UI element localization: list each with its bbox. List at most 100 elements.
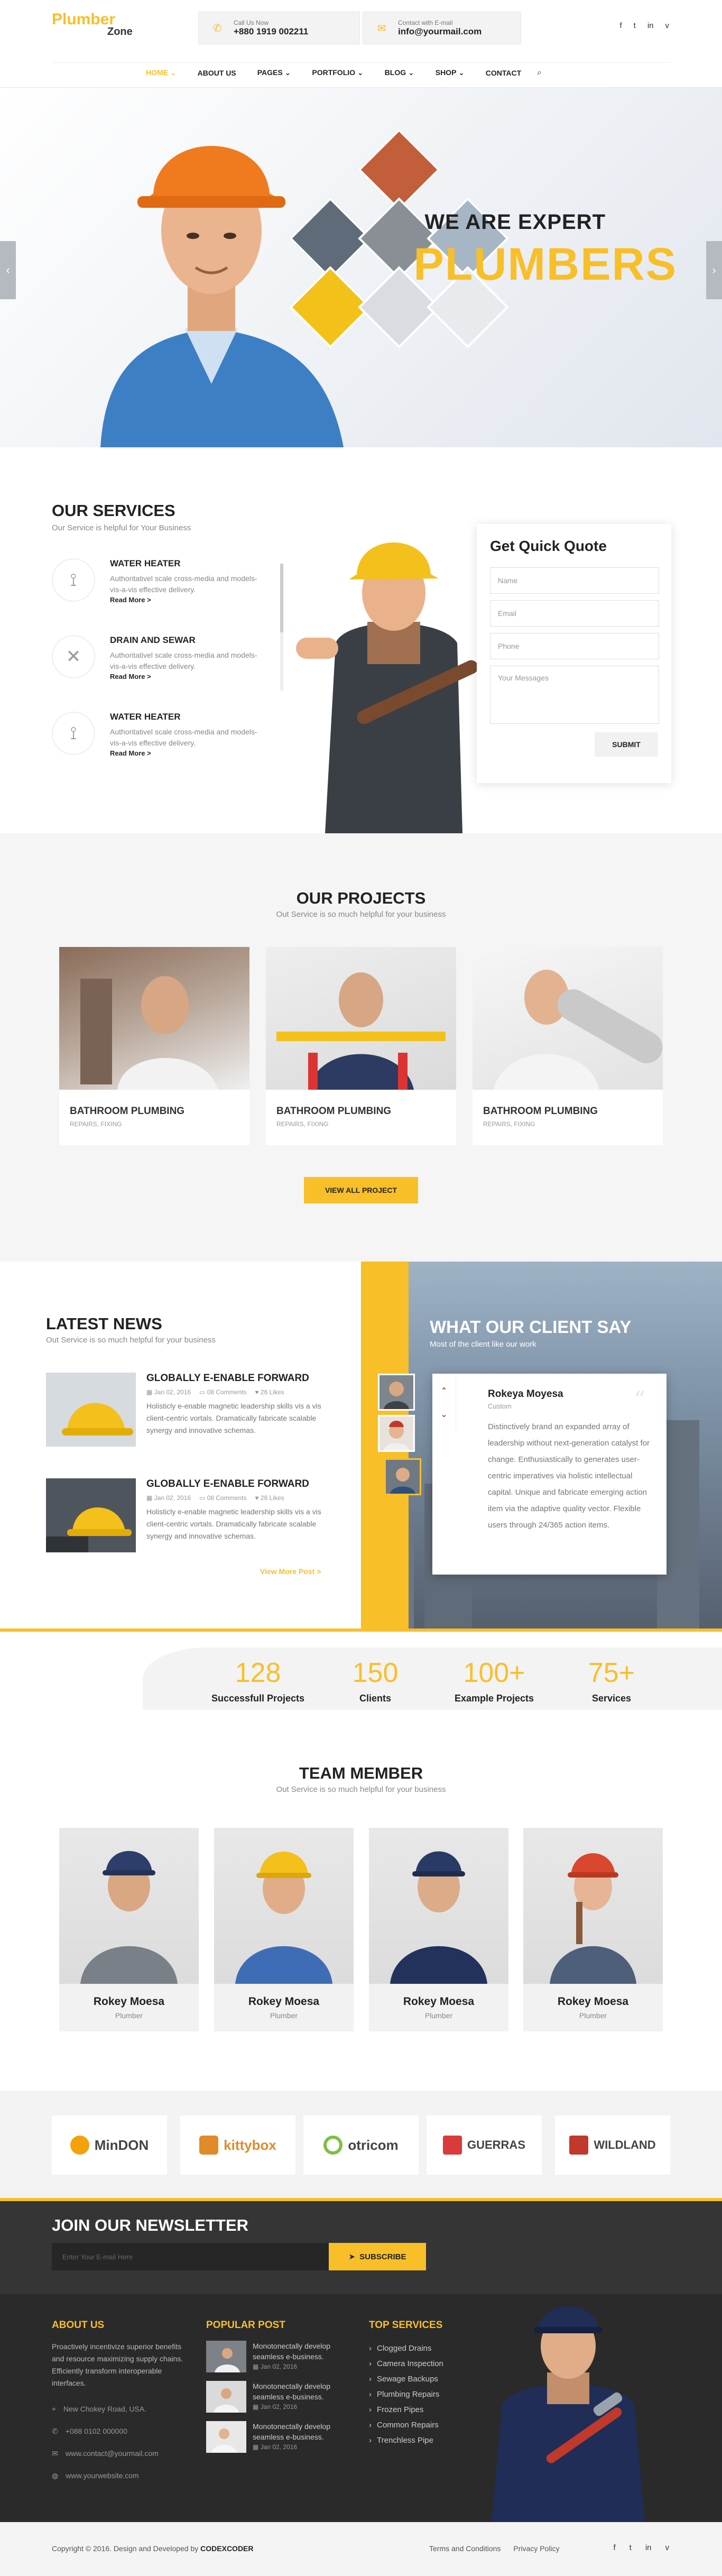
popular-post[interactable]: Monotonectally develop seamless e-busine…: [206, 2421, 354, 2456]
newsletter-email-input[interactable]: Enter Your E-mail Here: [52, 2243, 332, 2270]
slider-prev-button[interactable]: ‹: [0, 241, 16, 299]
post-title: Monotonectally develop seamless e-busine…: [253, 2382, 331, 2401]
website-text: www.yourwebsite.com: [66, 2471, 139, 2480]
twitter-icon[interactable]: t: [630, 2543, 632, 2552]
vimeo-icon[interactable]: v: [665, 2543, 670, 2552]
service-link-label: Sewage Backups: [377, 2375, 438, 2384]
site-logo[interactable]: Plumber Zone: [52, 12, 133, 38]
client-avatar[interactable]: [378, 1374, 415, 1411]
newsletter-title: JOIN OUR NEWSLETTER: [52, 2216, 249, 2234]
news-date: Jan 02, 2016: [154, 1494, 191, 1502]
nav-home[interactable]: HOME ⌄: [52, 68, 187, 77]
project-card[interactable]: BATHROOM PLUMBING REPAIRS, FIXING: [266, 947, 456, 1145]
member-role: Plumber: [115, 2011, 143, 2020]
chevron-right-icon: ›: [369, 2390, 372, 2399]
team-subtitle: Out Service is so much helpful for your …: [276, 1785, 446, 1794]
phone-field[interactable]: Phone: [490, 633, 659, 659]
view-more-posts-link[interactable]: View More Post >: [260, 1567, 321, 1576]
nav-shop[interactable]: SHOP ⌄: [425, 68, 475, 77]
submit-button[interactable]: SUBMIT: [595, 732, 658, 757]
read-more-link[interactable]: Read More >: [110, 596, 151, 604]
header: Plumber Zone ✆ Call Us Now +880 1919 002…: [0, 0, 722, 53]
partner-logo[interactable]: GUERRAS: [427, 2115, 542, 2175]
chevron-up-icon[interactable]: ⌃: [440, 1386, 447, 1396]
phone-icon: ✆: [52, 2426, 58, 2435]
linkedin-icon[interactable]: in: [647, 21, 654, 30]
partner-logo[interactable]: MinDON: [52, 2115, 167, 2175]
hero-slider: WE ARE EXPERT PLUMBERS ‹ ›: [0, 88, 722, 447]
project-card[interactable]: BATHROOM PLUMBING REPAIRS, FIXING: [473, 947, 663, 1145]
client-avatar[interactable]: [378, 1415, 415, 1452]
mail-value[interactable]: info@yourmail.com: [398, 26, 482, 37]
linkedin-icon[interactable]: in: [645, 2543, 652, 2552]
nav-about[interactable]: ABOUT US: [187, 69, 247, 77]
name-field[interactable]: Name: [490, 567, 659, 594]
partner-name: GUERRAS: [467, 2138, 525, 2151]
subscribe-button[interactable]: ➤ SUBSCRIBE: [329, 2243, 426, 2270]
popular-post[interactable]: Monotonectally develop seamless e-busine…: [206, 2341, 354, 2376]
post-thumbnail: [206, 2341, 246, 2372]
news-text: Holisticly e-enable magnetic leadership …: [146, 1402, 321, 1434]
chevron-down-icon[interactable]: ⌄: [440, 1409, 447, 1420]
twitter-icon[interactable]: t: [634, 21, 636, 30]
phone-text: +088 0102 000000: [65, 2427, 127, 2435]
message-field[interactable]: Your Messages: [490, 666, 659, 724]
slider-next-button[interactable]: ›: [706, 241, 722, 299]
services-scrollbar[interactable]: [280, 564, 283, 691]
team-card[interactable]: Rokey Moesa Plumber: [214, 1828, 354, 2031]
nav-portfolio[interactable]: PORTFOLIO ⌄: [301, 68, 374, 77]
projects-section: OUR PROJECTS Out Service is so much help…: [0, 833, 722, 1262]
scrollbar-thumb[interactable]: [280, 564, 283, 632]
hero-plumber-image: [100, 146, 344, 447]
calendar-icon: ▦ Jan 02, 2016: [146, 1388, 191, 1396]
news-item[interactable]: GLOBALLY E-ENABLE FORWARD ▦ Jan 02, 2016…: [46, 1478, 342, 1574]
news-likes: 26 Likes: [260, 1494, 284, 1502]
nav-about-label: ABOUT US: [197, 68, 236, 77]
facebook-icon[interactable]: f: [613, 2543, 615, 2552]
member-name: Rokey Moesa: [93, 1995, 165, 2008]
news-thumbnail: [46, 1373, 136, 1447]
facebook-icon[interactable]: f: [619, 21, 622, 30]
team-card[interactable]: Rokey Moesa Plumber: [59, 1828, 199, 2031]
privacy-link[interactable]: Privacy Policy: [513, 2544, 559, 2553]
partner-logo[interactable]: WILDLAND: [555, 2115, 670, 2175]
partner-logo[interactable]: kittybox: [180, 2115, 295, 2175]
client-avatar-active[interactable]: [384, 1458, 421, 1495]
vimeo-icon[interactable]: v: [665, 21, 670, 30]
quote-title: Get Quick Quote: [490, 538, 607, 554]
contact-email[interactable]: ✉ www.contact@yourmail.com: [52, 2442, 195, 2464]
news-item[interactable]: GLOBALLY E-ENABLE FORWARD ▦ Jan 02, 2016…: [46, 1373, 342, 1468]
post-date: ▦ Jan 02, 2016: [253, 2403, 298, 2411]
counter: 100+ Example Projects: [441, 1659, 547, 1704]
popular-title: POPULAR POST: [206, 2320, 285, 2331]
ring-logo-icon: [323, 2136, 343, 2155]
email-field[interactable]: Email: [490, 600, 659, 627]
copyright-brand[interactable]: CODEXCODER: [200, 2544, 253, 2553]
service-link-label: Frozen Pipes: [377, 2405, 424, 2414]
counter-label: Successfull Projects: [211, 1693, 305, 1704]
mail-box: ✉ Contact with E-mail info@yourmail.com: [363, 12, 521, 44]
read-more-link[interactable]: Read More >: [110, 749, 151, 757]
nav-blog[interactable]: BLOG ⌄: [374, 68, 425, 77]
terms-link[interactable]: Terms and Conditions: [429, 2544, 501, 2553]
partner-logo[interactable]: otricom: [303, 2115, 419, 2175]
team-card[interactable]: Rokey Moesa Plumber: [523, 1828, 663, 2031]
team-card[interactable]: Rokey Moesa Plumber: [369, 1828, 508, 2031]
news-comments: 08 Comments: [207, 1388, 247, 1396]
search-icon[interactable]: ⌕: [537, 68, 542, 78]
read-more-link[interactable]: Read More >: [110, 673, 151, 680]
team-photo: [214, 1828, 354, 1984]
news-title: LATEST NEWS: [46, 1314, 162, 1333]
popular-post[interactable]: Monotonectally develop seamless e-busine…: [206, 2381, 354, 2416]
news-item-title[interactable]: GLOBALLY E-ENABLE FORWARD: [146, 1478, 337, 1490]
nav-contact-label: CONTACT: [485, 68, 522, 77]
project-card[interactable]: BATHROOM PLUMBING REPAIRS, FIXING: [59, 947, 249, 1145]
nav-pages[interactable]: PAGES ⌄: [247, 68, 302, 77]
nav-contact[interactable]: CONTACT: [475, 69, 532, 77]
view-all-projects-button[interactable]: VIEW ALL PROJECT: [304, 1177, 418, 1203]
header-social: f t in v: [619, 21, 669, 30]
copyright-text: Copyright © 2016. Design and Developed b…: [52, 2544, 199, 2553]
projects-title: OUR PROJECTS: [296, 889, 426, 907]
news-item-title[interactable]: GLOBALLY E-ENABLE FORWARD: [146, 1373, 337, 1384]
contact-website[interactable]: ◍ www.yourwebsite.com: [52, 2464, 195, 2487]
